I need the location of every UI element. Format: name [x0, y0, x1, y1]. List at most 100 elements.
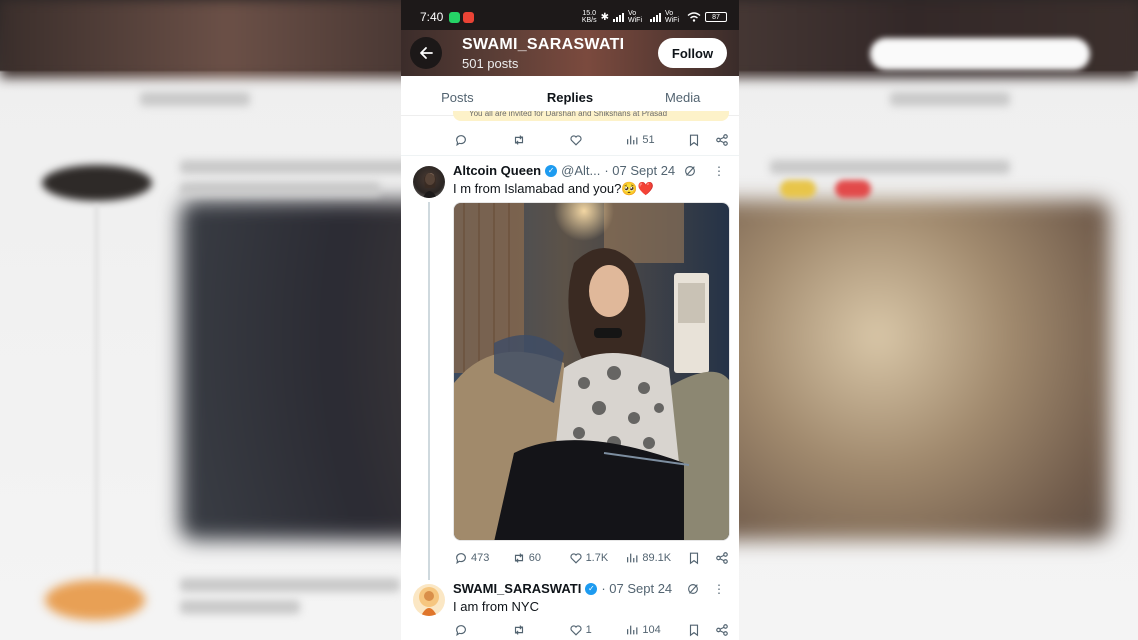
reply-icon — [456, 553, 466, 565]
tweet-media-photo[interactable] — [453, 202, 730, 541]
tweet-actions: 473 60 1.7K 89.1K — [454, 551, 729, 565]
avatar-image — [419, 587, 439, 616]
repost-icon — [514, 135, 523, 145]
background-text-blur — [770, 160, 1010, 174]
views-chart-icon — [627, 625, 638, 635]
share-icon — [716, 624, 728, 636]
views-chart-icon — [627, 553, 638, 563]
back-button[interactable] — [410, 37, 442, 69]
tweet-date[interactable]: · 07 Sept 24 — [601, 581, 672, 596]
follow-button[interactable]: Follow — [658, 38, 727, 68]
views-button[interactable]: 89.1K — [625, 551, 687, 565]
like-button[interactable] — [569, 133, 626, 147]
tweet-author-name[interactable]: SWAMI_SARASWATI — [453, 581, 581, 596]
bookmark-button[interactable] — [687, 133, 715, 147]
reply-button[interactable] — [454, 623, 512, 637]
avatar-image — [423, 173, 437, 198]
tweet-author-handle[interactable]: @Alt... — [561, 163, 600, 178]
background-thread-line-blur — [95, 205, 98, 575]
tweet-text: I m from Islamabad and you?🥺❤️ — [453, 181, 654, 196]
post-divider — [401, 155, 739, 156]
reply-icon — [456, 135, 466, 147]
avatar-altcoin-queen[interactable] — [413, 166, 445, 198]
like-count: 1 — [585, 624, 592, 636]
heart-icon — [569, 553, 582, 564]
view-count: 89.1K — [642, 552, 672, 564]
share-button[interactable] — [715, 133, 729, 147]
repost-icon — [514, 625, 523, 635]
tweet-text: I am from NYC — [453, 599, 539, 614]
bookmark-button[interactable] — [687, 551, 715, 565]
more-options-icon[interactable]: ⋮ — [713, 164, 725, 178]
background-text-blur — [140, 92, 250, 106]
profile-tabs: Posts Replies Media — [401, 76, 739, 116]
background-button-blur — [870, 38, 1090, 70]
gmail-icon — [463, 11, 475, 23]
bookmark-icon — [690, 134, 699, 147]
quoted-post-snippet[interactable]: You all are invited for Darshan and Shik… — [453, 111, 729, 121]
tweet-header: SWAMI_SARASWATI ✓ · 07 Sept 24 — [453, 581, 700, 596]
tab-replies[interactable]: Replies — [514, 76, 627, 115]
bluetooth-icon: ✱ — [600, 11, 609, 23]
vowifi-label-2: Vo WiFi — [665, 10, 679, 24]
post-count: 501 posts — [462, 55, 519, 71]
background-emoji-blur — [835, 180, 871, 198]
vowifi-label-1: Vo WiFi — [628, 10, 642, 24]
views-button[interactable]: 104 — [625, 623, 687, 637]
repost-icon — [514, 553, 523, 563]
arrow-left-icon — [420, 47, 433, 59]
bookmark-icon — [690, 552, 699, 565]
reply-icon — [456, 625, 466, 637]
share-button[interactable] — [715, 623, 729, 637]
tweet-date[interactable]: · 07 Sept 24 — [604, 163, 675, 178]
repost-button[interactable] — [512, 623, 569, 637]
reply-count: 473 — [471, 552, 490, 564]
battery-icon: 87 — [705, 12, 727, 22]
tweet-author-name[interactable]: Altcoin Queen — [453, 163, 541, 178]
grok-icon[interactable] — [686, 582, 700, 596]
repost-button[interactable]: 60 — [512, 551, 569, 565]
profile-name: SWAMI_SARASWATI — [462, 35, 625, 53]
background-avatar-blur-2 — [45, 580, 145, 620]
background-text-blur — [180, 578, 400, 592]
like-button[interactable]: 1 — [569, 623, 626, 637]
heart-icon — [569, 625, 582, 636]
background-emoji-blur — [780, 180, 816, 198]
background-text-blur — [890, 92, 1010, 106]
grok-icon[interactable] — [683, 164, 697, 178]
share-icon — [716, 552, 728, 564]
background-text-blur — [180, 182, 380, 196]
reply-button[interactable] — [454, 133, 512, 147]
prev-post-actions: 51 — [454, 133, 729, 147]
phone-screen: 7:40 15.0 KB/s ✱ Vo WiFi Vo WiFi 87 SWAM… — [401, 0, 739, 640]
whatsapp-icon — [449, 11, 461, 23]
thread-line — [428, 202, 430, 580]
heart-icon — [569, 135, 582, 146]
net-speed: 15.0 KB/s — [581, 10, 597, 24]
tab-posts[interactable]: Posts — [401, 76, 514, 115]
more-options-icon[interactable]: ⋮ — [713, 582, 725, 596]
bookmark-icon — [690, 624, 699, 637]
profile-header: SWAMI_SARASWATI 501 posts Follow — [401, 30, 739, 76]
tweet-actions: 1 104 — [454, 623, 729, 637]
share-button[interactable] — [715, 551, 729, 565]
share-icon — [716, 134, 728, 146]
wifi-icon — [687, 12, 701, 22]
repost-button[interactable] — [512, 133, 569, 147]
background-avatar-blur — [42, 165, 152, 201]
reply-button[interactable]: 473 — [454, 551, 512, 565]
repost-count: 60 — [528, 552, 542, 564]
photo-woman-cafe — [454, 203, 729, 540]
bookmark-button[interactable] — [687, 623, 715, 637]
status-time: 7:40 — [420, 10, 444, 24]
tweet-header: Altcoin Queen ✓ @Alt... · 07 Sept 24 — [453, 163, 697, 178]
profile-title-block: SWAMI_SARASWATI 501 posts — [462, 36, 624, 71]
like-button[interactable]: 1.7K — [569, 551, 626, 565]
background-text-blur — [180, 160, 410, 174]
signal-icon-2 — [650, 12, 661, 22]
views-button[interactable]: 51 — [625, 133, 687, 147]
avatar-swami-saraswati[interactable] — [413, 584, 445, 616]
tab-media[interactable]: Media — [626, 76, 739, 115]
view-count: 104 — [642, 624, 661, 636]
status-bar: 7:40 15.0 KB/s ✱ Vo WiFi Vo WiFi 87 — [401, 0, 739, 34]
